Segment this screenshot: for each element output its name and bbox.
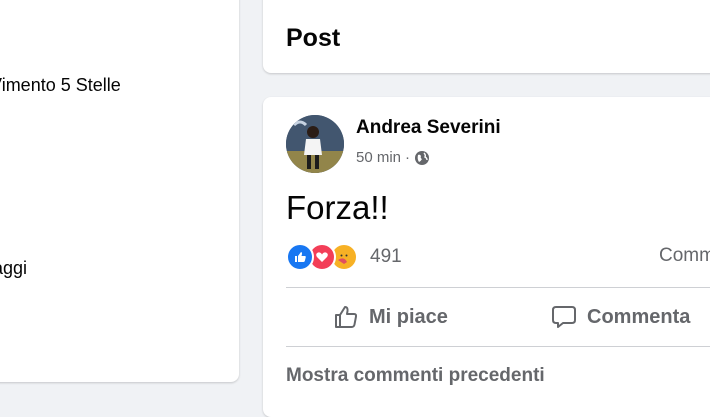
post-meta: 50 min · bbox=[356, 149, 430, 166]
reaction-count[interactable]: 491 bbox=[370, 246, 402, 268]
left-panel-card: oVimento 5 Stelle Raggi bbox=[0, 0, 239, 382]
divider bbox=[286, 346, 710, 347]
avatar[interactable] bbox=[286, 115, 344, 173]
post-text: Forza!! bbox=[286, 189, 389, 226]
author-name[interactable]: Andrea Severini bbox=[356, 117, 501, 139]
post-card: Andrea Severini 50 min · Forza!! 491 Com… bbox=[263, 97, 710, 417]
left-panel-item[interactable]: Raggi bbox=[0, 258, 27, 279]
comment-button[interactable]: Commenta bbox=[551, 297, 690, 337]
show-previous-comments-link[interactable]: Mostra commenti precedenti bbox=[286, 365, 545, 387]
thumbs-up-icon bbox=[335, 306, 358, 328]
post-time[interactable]: 50 min bbox=[356, 149, 401, 166]
comment-button-label: Commenta bbox=[587, 305, 691, 328]
like-button-label: Mi piace bbox=[369, 305, 448, 328]
reactions-summary[interactable]: 491 bbox=[286, 243, 402, 271]
comment-icon bbox=[552, 306, 576, 328]
post-header-card: Post bbox=[263, 0, 710, 73]
left-panel-item[interactable]: oVimento 5 Stelle bbox=[0, 75, 121, 96]
globe-icon[interactable] bbox=[414, 150, 430, 166]
divider bbox=[286, 287, 710, 288]
like-button[interactable]: Mi piace bbox=[333, 297, 448, 337]
page-title: Post bbox=[286, 24, 341, 52]
meta-separator: · bbox=[405, 149, 411, 166]
avatar-image bbox=[286, 115, 344, 173]
like-icon bbox=[286, 243, 314, 271]
comments-count-link[interactable]: Comm bbox=[659, 245, 710, 267]
